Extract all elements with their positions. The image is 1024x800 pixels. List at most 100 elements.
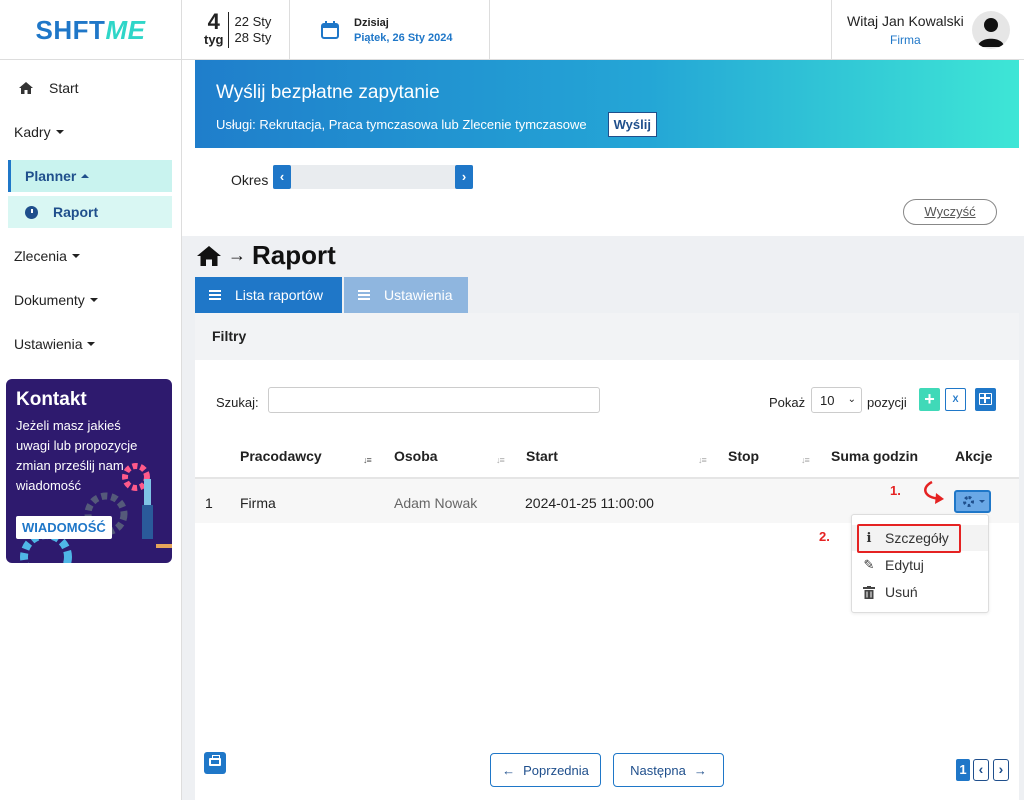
message-button[interactable]: WIADOMOŚĆ (16, 516, 112, 539)
current-page[interactable]: 1 (956, 759, 970, 781)
sidebar-item-start[interactable]: Start (18, 80, 79, 96)
previous-label: Poprzednia (523, 762, 589, 778)
list-icon (209, 290, 221, 300)
page-title-text: Raport (252, 240, 336, 270)
export-excel-button[interactable]: X (945, 388, 966, 411)
next-page-button[interactable]: Następna → (613, 753, 724, 787)
row-person: Adam Nowak (394, 495, 478, 511)
menu-item-label: Usuń (885, 584, 918, 600)
sort-icon[interactable]: ↓≡ (698, 455, 707, 465)
sort-icon[interactable]: ↓≡ (363, 455, 372, 465)
home-icon[interactable] (196, 245, 222, 267)
search-input[interactable] (268, 387, 600, 413)
week-label: tyg (204, 32, 224, 47)
contact-title: Kontakt (16, 389, 87, 410)
promo-banner: Wyślij bezpłatne zapytanie Usługi: Rekru… (195, 60, 1019, 148)
page-size-value: 10 (820, 393, 835, 408)
annotation-step-2: 2. (819, 529, 830, 544)
search-label: Szukaj: (216, 395, 259, 410)
sidebar-item-raport[interactable]: Raport (8, 196, 172, 228)
sidebar-item-label: Start (49, 80, 79, 96)
list-icon (358, 290, 370, 300)
print-button[interactable] (204, 752, 226, 774)
today-label: Dzisiaj (354, 16, 389, 29)
sidebar-item-label: Dokumenty (14, 292, 85, 308)
caret-down-icon (55, 130, 64, 134)
send-inquiry-button[interactable]: Wyślij (607, 112, 657, 137)
today-date: Piątek, 26 Sty 2024 (354, 31, 453, 44)
sidebar-item-kadry[interactable]: Kadry (14, 124, 64, 140)
page-title: → Raport (196, 240, 336, 271)
week-range: 22 Sty 28 Sty (235, 14, 272, 46)
week-number-block: 4 tyg (204, 9, 229, 48)
menu-item-label: Edytuj (885, 557, 924, 573)
week-indicator: 4 tyg 22 Sty 28 Sty (182, 0, 290, 60)
column-header-person[interactable]: Osoba (394, 448, 438, 464)
user-company: Firma (890, 33, 921, 47)
contact-text: Jeżeli masz jakieś uwagi lub propozycje … (16, 418, 138, 493)
period-prev-button[interactable]: ‹ (273, 165, 291, 189)
chevron-down-icon: ⌄ (847, 394, 856, 405)
sidebar: Start Kadry Planner Raport Zlecenia Doku… (0, 60, 182, 800)
arrow-right-icon: → (228, 245, 246, 265)
period-next-button[interactable]: › (455, 165, 473, 189)
logo-text-part2: ME (105, 14, 146, 45)
banner-subtitle: Usługi: Rekrutacja, Praca tymczasowa lub… (216, 117, 587, 132)
filters-header[interactable]: Filtry (195, 313, 1019, 360)
sidebar-item-label: Raport (53, 204, 99, 220)
tab-settings[interactable]: Ustawienia (344, 277, 468, 313)
period-selector[interactable]: ‹ › (273, 165, 473, 189)
sidebar-item-ustawienia[interactable]: Ustawienia (14, 336, 96, 352)
sidebar-item-dokumenty[interactable]: Dokumenty (14, 292, 98, 308)
row-start: 2024-01-25 11:00:00 (525, 495, 654, 511)
sidebar-item-zlecenia[interactable]: Zlecenia (14, 248, 80, 264)
menu-item-delete[interactable]: Usuń (852, 579, 988, 605)
logo-text-part1: SHFT (35, 14, 106, 45)
chevron-left-icon[interactable]: ‹ (973, 759, 989, 781)
period-label: Okres (231, 172, 269, 188)
user-menu[interactable]: Witaj Jan Kowalski Firma (831, 0, 1024, 60)
page-size-select[interactable]: 10 ⌄ (811, 387, 862, 413)
clock-icon (25, 205, 38, 219)
column-header-actions: Akcje (955, 448, 993, 464)
annotation-step-1: 1. (890, 483, 901, 498)
menu-item-edit[interactable]: ✎ Edytuj (852, 552, 988, 578)
column-header-stop[interactable]: Stop (728, 448, 759, 464)
clear-button[interactable]: Wyczyść (903, 199, 997, 225)
sidebar-item-label: Ustawienia (14, 336, 83, 352)
positions-label: pozycji (867, 395, 907, 410)
period-filter-area: Okres ‹ › Wyczyść (195, 148, 1019, 236)
banner-title: Wyślij bezpłatne zapytanie (216, 82, 440, 103)
avatar[interactable] (971, 11, 1010, 49)
previous-page-button[interactable]: ← Poprzednia (490, 753, 601, 787)
sort-icon[interactable]: ↓≡ (496, 455, 505, 465)
user-greeting: Witaj Jan Kowalski (847, 13, 964, 29)
table-icon (979, 393, 992, 405)
caret-down-icon (71, 254, 80, 258)
sort-icon[interactable]: ↓≡ (801, 455, 810, 465)
tab-report-list[interactable]: Lista raportów (195, 277, 342, 313)
columns-button[interactable] (975, 388, 996, 411)
add-button[interactable]: + (919, 388, 940, 411)
gear-icon (963, 496, 974, 507)
trash-icon (863, 585, 875, 599)
sidebar-item-planner[interactable]: Planner (8, 160, 172, 192)
sidebar-item-label: Zlecenia (14, 248, 67, 264)
excel-icon: X (952, 394, 959, 404)
next-label: Następna (630, 762, 686, 778)
pencil-icon: ✎ (863, 557, 875, 572)
week-number: 4 (207, 9, 220, 34)
column-header-employers[interactable]: Pracodawcy (240, 448, 322, 464)
highlight-box (857, 524, 961, 553)
chevron-right-icon[interactable]: › (993, 759, 1009, 781)
tab-label: Lista raportów (235, 287, 323, 303)
row-index: 1 (205, 495, 213, 511)
caret-down-icon (87, 342, 96, 346)
app-logo[interactable]: SHFT ME (0, 0, 182, 60)
week-end: 28 Sty (234, 30, 272, 45)
column-header-start[interactable]: Start (526, 448, 558, 464)
row-actions-button[interactable] (954, 490, 991, 513)
arrow-right-icon: → (693, 762, 707, 778)
caret-down-icon (89, 298, 98, 302)
column-header-total-hours[interactable]: Suma godzin (831, 448, 918, 464)
